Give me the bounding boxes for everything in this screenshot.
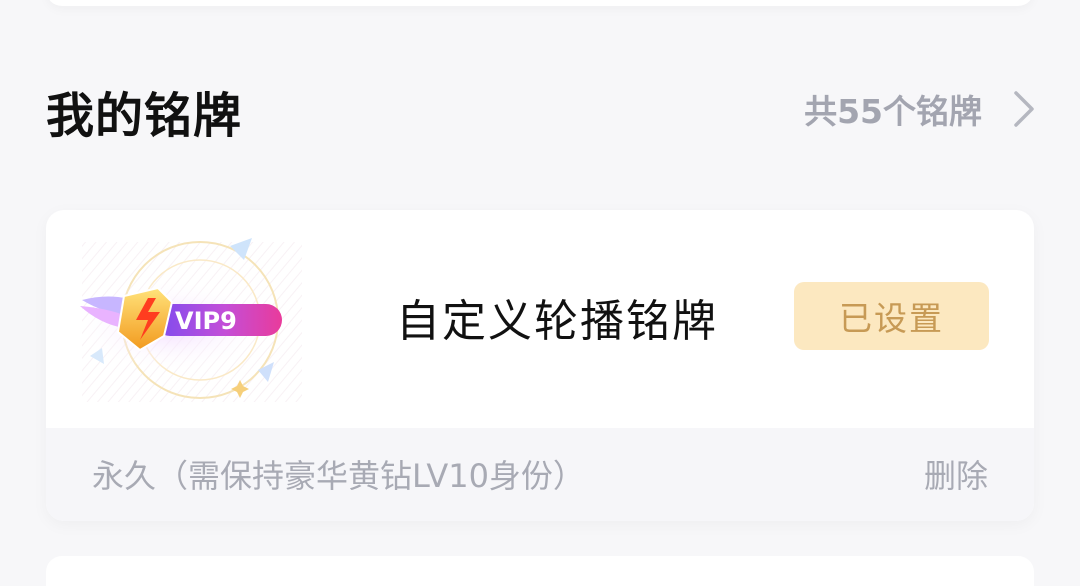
medal-card: VIP9 自定义轮播铭牌 已设置 永久（需保持豪华黄钻LV10身份） 删除 [46,210,1034,521]
chevron-right-icon [1014,91,1034,127]
medal-section-header: 我的铭牌 共55个铭牌 [46,72,1036,146]
medal-validity-text: 永久（需保持豪华黄钻LV10身份） [92,457,585,495]
medal-count-text: 共55个铭牌 [804,92,982,131]
medal-card-main: VIP9 自定义轮播铭牌 已设置 [46,210,1034,428]
delete-medal-button[interactable]: 删除 [924,451,988,497]
medal-name: 自定义轮播铭牌 [396,296,718,347]
medal-card-footer: 永久（需保持豪华黄钻LV10身份） 删除 [46,428,1034,521]
medal-count-link[interactable]: 共55个铭牌 [804,82,1036,136]
previous-card-edge [46,0,1034,6]
vip-lightning-badge-icon: VIP9 [62,232,316,412]
set-medal-button[interactable]: 已设置 [794,282,989,350]
svg-text:VIP9: VIP9 [175,307,237,335]
next-card-edge [46,556,1034,586]
page-title: 我的铭牌 [46,88,243,144]
